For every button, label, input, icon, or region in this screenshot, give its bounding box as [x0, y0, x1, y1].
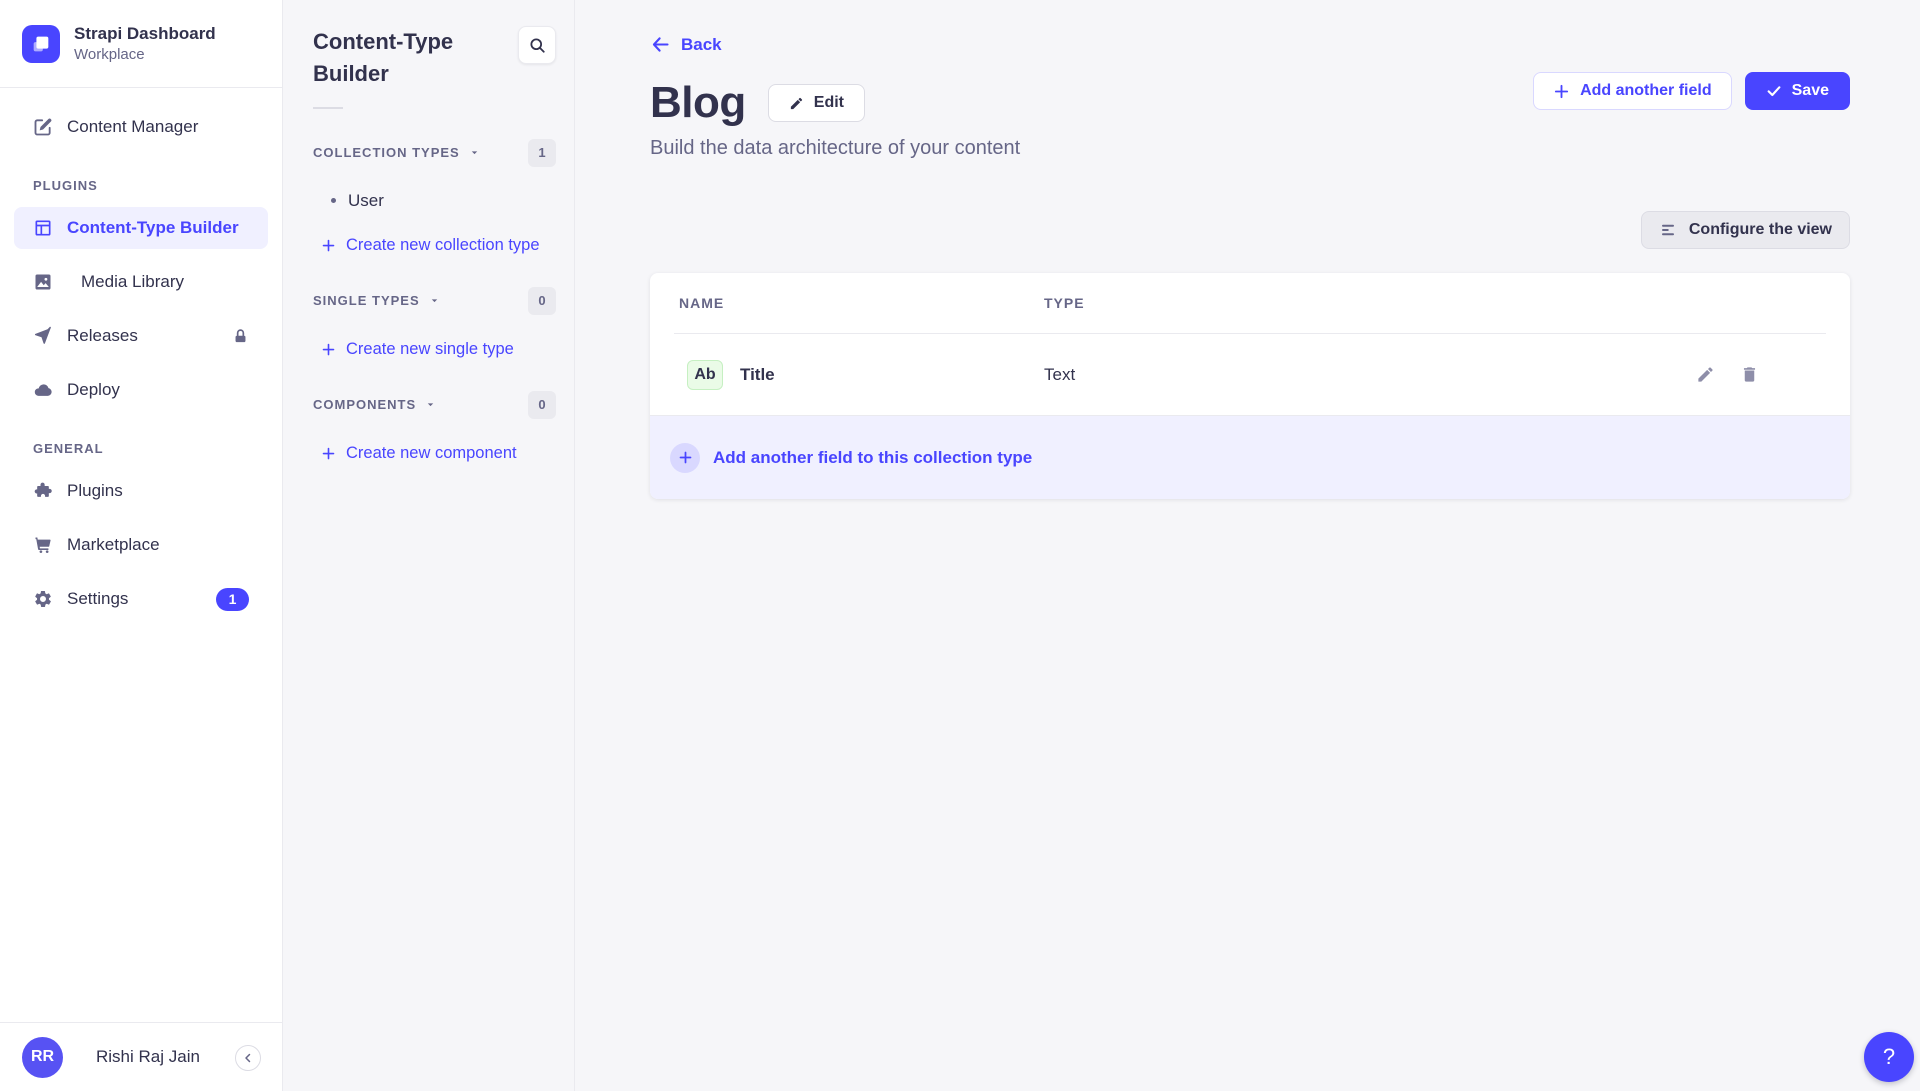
field-row-title[interactable]: Ab Title Text [650, 334, 1850, 416]
components-label: COMPONENTS [313, 397, 416, 412]
components-header[interactable]: COMPONENTS 0 [313, 391, 556, 419]
sidebar-section-general: GENERAL [0, 441, 282, 456]
panel-title: Content-Type Builder [313, 26, 463, 90]
question-mark-icon: ? [1883, 1044, 1895, 1070]
create-collection-type-link[interactable]: Create new collection type [321, 235, 556, 257]
collection-types-label: COLLECTION TYPES [313, 145, 460, 160]
main-sidebar: Strapi Dashboard Workplace Content Manag… [0, 0, 283, 1091]
configure-lines-icon [1659, 221, 1677, 239]
sidebar-item-label: Releases [67, 326, 138, 346]
chevron-left-icon [242, 1052, 254, 1064]
sidebar-item-settings[interactable]: Settings 1 [14, 578, 268, 620]
sidebar-item-label: Media Library [81, 272, 184, 292]
plus-icon [321, 446, 336, 461]
add-another-field-button[interactable]: Add another field [1533, 72, 1732, 110]
name-column-header: NAME [679, 295, 1044, 311]
back-link[interactable]: Back [650, 34, 722, 55]
sidebar-item-deploy[interactable]: Deploy [14, 369, 268, 411]
search-button[interactable] [518, 26, 556, 64]
caret-down-icon [428, 294, 441, 307]
content-type-builder-panel: Content-Type Builder COLLECTION TYPES 1 … [283, 0, 575, 1091]
field-name: Title [740, 365, 775, 385]
title-divider [313, 107, 343, 109]
single-types-count: 0 [528, 287, 556, 315]
pen-square-icon [33, 117, 53, 137]
image-icon [33, 272, 53, 292]
plus-icon [321, 342, 336, 357]
sidebar-item-label: Plugins [67, 481, 123, 501]
main-content: Back Add another field Save Blog [575, 0, 1920, 1091]
delete-field-button[interactable] [1738, 363, 1761, 386]
sidebar-item-releases[interactable]: Releases [14, 315, 268, 357]
settings-notification-badge: 1 [216, 588, 249, 611]
collection-types-count: 1 [528, 139, 556, 167]
back-arrow-icon [650, 34, 671, 55]
type-column-header: TYPE [1044, 295, 1085, 311]
layout-grid-icon [33, 218, 53, 238]
sidebar-item-content-type-builder[interactable]: Content-Type Builder [14, 207, 268, 249]
sidebar-item-label: Marketplace [67, 535, 160, 555]
strapi-logo-icon [22, 25, 60, 63]
save-button[interactable]: Save [1745, 72, 1850, 110]
sidebar-item-label: Deploy [67, 380, 120, 400]
help-button[interactable]: ? [1864, 1032, 1914, 1082]
add-field-row[interactable]: Add another field to this collection typ… [650, 416, 1850, 499]
search-icon [528, 36, 546, 54]
pencil-icon [789, 96, 804, 111]
check-icon [1766, 83, 1782, 99]
sidebar-item-media-library[interactable]: Media Library [14, 261, 268, 303]
page-subtitle: Build the data architecture of your cont… [650, 137, 1850, 160]
workspace-name: Workplace [74, 46, 216, 65]
collapse-sidebar-button[interactable] [235, 1045, 261, 1071]
field-type: Text [1044, 365, 1694, 385]
sidebar-footer: RR Rishi Raj Jain [0, 1022, 282, 1091]
collection-type-item-user[interactable]: User [331, 189, 556, 213]
app-name: Strapi Dashboard [74, 23, 216, 44]
edit-field-button[interactable] [1694, 363, 1717, 386]
paper-plane-icon [33, 326, 53, 346]
configure-view-button[interactable]: Configure the view [1641, 211, 1850, 249]
caret-down-icon [468, 146, 481, 159]
page-title: Blog [650, 78, 746, 128]
plus-icon [321, 238, 336, 253]
fields-table-header: NAME TYPE [674, 273, 1826, 334]
sidebar-item-label: Settings [67, 589, 128, 609]
edit-button[interactable]: Edit [768, 84, 865, 122]
sidebar-item-plugins[interactable]: Plugins [14, 470, 268, 512]
plus-circle-icon [670, 443, 700, 473]
sidebar-item-content-manager[interactable]: Content Manager [14, 106, 268, 148]
cloud-icon [33, 380, 53, 400]
user-name: Rishi Raj Jain [96, 1047, 200, 1067]
add-field-row-label: Add another field to this collection typ… [713, 448, 1032, 468]
lock-icon [232, 328, 249, 345]
sidebar-nav: Content Manager PLUGINS Content-Type Bui… [0, 88, 282, 1022]
bullet-icon [331, 198, 336, 203]
cart-icon [33, 535, 53, 555]
collection-types-header[interactable]: COLLECTION TYPES 1 [313, 139, 556, 167]
plus-icon [1553, 83, 1570, 100]
single-types-header[interactable]: SINGLE TYPES 0 [313, 287, 556, 315]
user-avatar[interactable]: RR [22, 1037, 63, 1078]
single-types-label: SINGLE TYPES [313, 293, 420, 308]
create-single-type-link[interactable]: Create new single type [321, 339, 556, 361]
fields-table-card: NAME TYPE Ab Title Text [650, 273, 1850, 499]
gear-icon [33, 589, 53, 609]
workspace-header: Strapi Dashboard Workplace [0, 0, 282, 88]
pencil-icon [1696, 365, 1715, 384]
sidebar-section-plugins: PLUGINS [0, 178, 282, 193]
collection-type-name: User [348, 191, 384, 211]
components-count: 0 [528, 391, 556, 419]
trash-icon [1740, 365, 1759, 384]
sidebar-item-label: Content Manager [67, 117, 198, 137]
create-component-link[interactable]: Create new component [321, 443, 556, 465]
sidebar-item-label: Content-Type Builder [67, 218, 239, 238]
puzzle-icon [33, 481, 53, 501]
caret-down-icon [424, 398, 437, 411]
sidebar-item-marketplace[interactable]: Marketplace [14, 524, 268, 566]
field-type-badge: Ab [687, 360, 723, 390]
